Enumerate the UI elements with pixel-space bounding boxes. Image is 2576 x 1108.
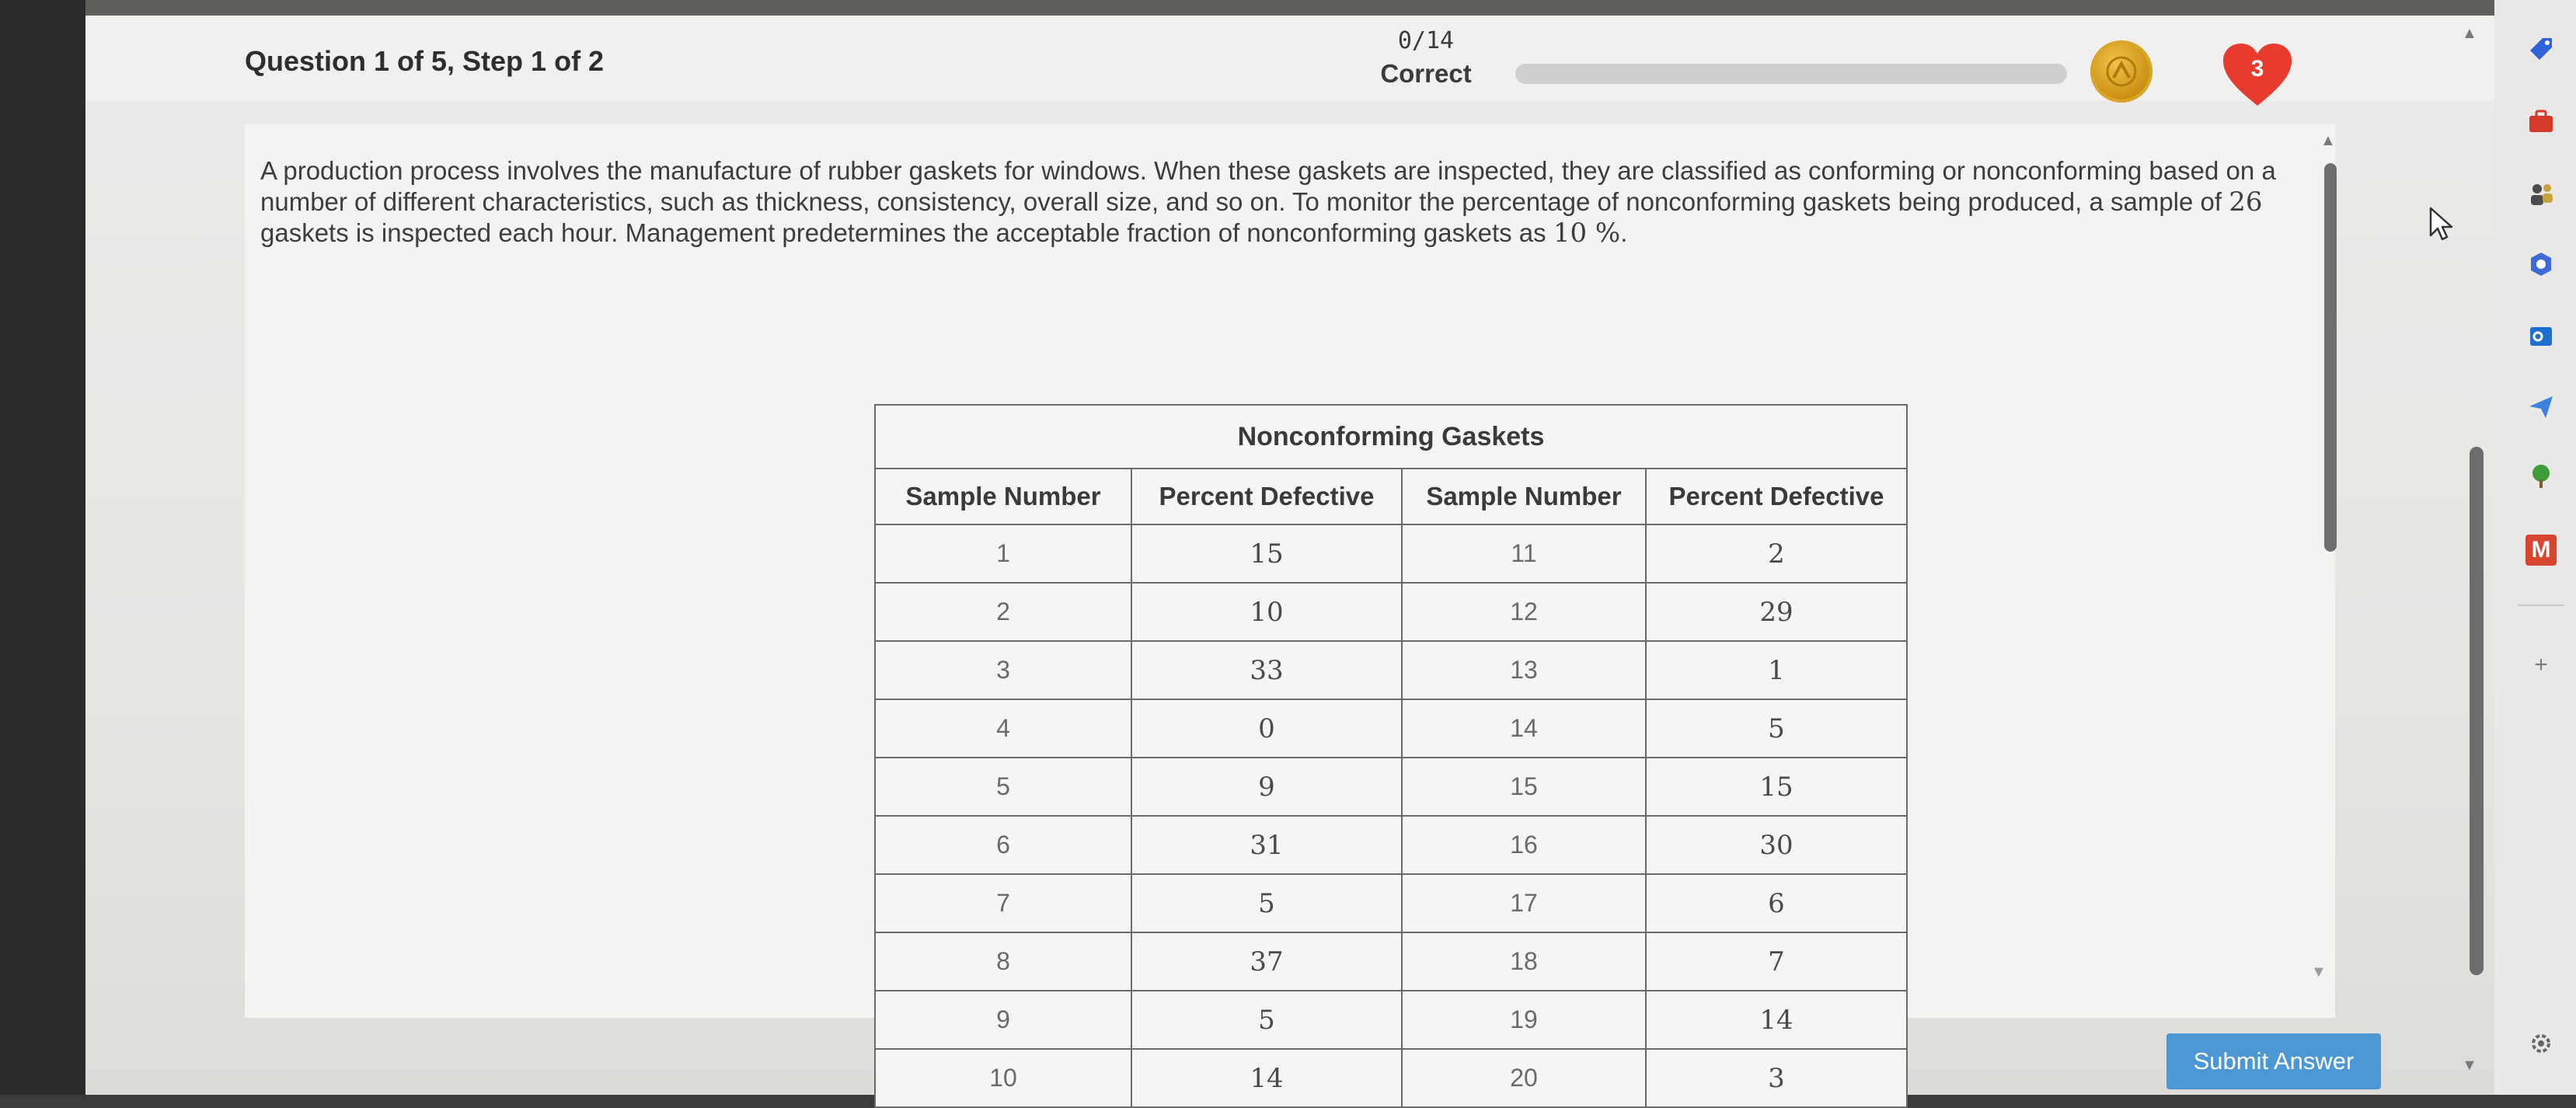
problem-text-3: . <box>1620 218 1628 247</box>
table-row: 2 10 12 29 <box>874 582 1908 642</box>
percent-defective-cell: 15 <box>1645 757 1908 817</box>
table-row: 8 37 18 7 <box>874 932 1908 991</box>
settings-icon[interactable] <box>2525 1030 2557 1061</box>
sample-number-cell: 5 <box>874 757 1132 817</box>
mouse-cursor-icon <box>2428 206 2455 246</box>
sample-number-cell: 17 <box>1401 873 1647 933</box>
tag-icon[interactable] <box>2525 35 2557 66</box>
percent-defective-cell: 14 <box>1131 1048 1403 1108</box>
question-content: A production process involves the manufa… <box>245 124 2335 1108</box>
plus-icon[interactable]: + <box>2525 650 2557 681</box>
content-scroll-up-icon[interactable]: ▲ <box>2320 132 2336 150</box>
table-row: 5 9 15 15 <box>874 757 1908 817</box>
percent-defective-cell: 7 <box>1645 932 1908 991</box>
header-sample-number-2: Sample Number <box>1401 468 1647 525</box>
briefcase-icon[interactable] <box>2525 107 2557 138</box>
quiz-header: Question 1 of 5, Step 1 of 2 0/14 Correc… <box>85 16 2494 106</box>
screen-top-edge <box>0 0 2576 16</box>
percent-defective-cell: 29 <box>1645 582 1908 642</box>
tree-icon[interactable] <box>2525 462 2557 493</box>
people-icon[interactable] <box>2525 180 2557 211</box>
percent-defective-cell: 14 <box>1645 990 1908 1050</box>
acceptable-fraction: 10 % <box>1553 218 1621 249</box>
sample-number-cell: 9 <box>874 990 1132 1050</box>
percent-defective-cell: 9 <box>1131 757 1403 817</box>
percent-defective-cell: 30 <box>1645 815 1908 875</box>
sample-size: 26 <box>2229 186 2263 218</box>
hexagon-icon[interactable] <box>2525 250 2557 281</box>
percent-defective-cell: 31 <box>1131 815 1403 875</box>
sample-number-cell: 16 <box>1401 815 1647 875</box>
sample-number-cell: 11 <box>1401 524 1647 584</box>
progress-bar <box>1515 64 2067 84</box>
sample-number-cell: 8 <box>874 932 1132 991</box>
m-icon[interactable]: M <box>2525 535 2557 566</box>
header-sample-number-1: Sample Number <box>874 468 1132 525</box>
percent-defective-cell: 37 <box>1131 932 1403 991</box>
problem-text-2: gaskets is inspected each hour. Manageme… <box>260 218 1553 247</box>
hearts-count: 3 <box>2250 56 2264 82</box>
content-scrollbar-thumb[interactable] <box>2324 163 2337 552</box>
table-row: 6 31 16 30 <box>874 815 1908 875</box>
sample-number-cell: 4 <box>874 699 1132 758</box>
sample-number-cell: 12 <box>1401 582 1647 642</box>
outlook-icon[interactable] <box>2525 322 2557 354</box>
sample-number-cell: 7 <box>874 873 1132 933</box>
percent-defective-cell: 33 <box>1131 640 1403 700</box>
question-step-label: Question 1 of 5, Step 1 of 2 <box>245 45 605 77</box>
score-value: 0/14 <box>1397 27 1455 54</box>
quiz-screen: Question 1 of 5, Step 1 of 2 0/14 Correc… <box>85 16 2494 1108</box>
sample-number-cell: 19 <box>1401 990 1647 1050</box>
sample-number-cell: 18 <box>1401 932 1647 991</box>
percent-defective-cell: 3 <box>1645 1048 1908 1108</box>
percent-defective-cell: 0 <box>1131 699 1403 758</box>
table-row: 9 5 19 14 <box>874 990 1908 1050</box>
submit-answer-button[interactable]: Submit Answer <box>2166 1033 2381 1089</box>
percent-defective-cell: 10 <box>1131 582 1403 642</box>
sample-number-cell: 20 <box>1401 1048 1647 1108</box>
problem-statement: A production process involves the manufa… <box>260 155 2312 249</box>
percent-defective-cell: 5 <box>1645 699 1908 758</box>
sample-number-cell: 6 <box>874 815 1132 875</box>
side-panel-divider <box>2518 605 2564 606</box>
content-scroll-down-icon[interactable]: ▼ <box>2311 963 2327 981</box>
hearts-icon[interactable]: 3 <box>2219 37 2296 115</box>
nonconforming-gaskets-table: Nonconforming Gaskets Sample Number Perc… <box>874 404 1908 1108</box>
percent-defective-cell: 2 <box>1645 524 1908 584</box>
sample-number-cell: 15 <box>1401 757 1647 817</box>
left-bezel <box>0 0 85 1095</box>
percent-defective-cell: 5 <box>1131 873 1403 933</box>
percent-defective-cell: 1 <box>1645 640 1908 700</box>
sample-number-cell: 14 <box>1401 699 1647 758</box>
table-row: 4 0 14 5 <box>874 699 1908 758</box>
table-row: 7 5 17 6 <box>874 873 1908 933</box>
header-percent-defective-2: Percent Defective <box>1645 468 1908 525</box>
sample-number-cell: 13 <box>1401 640 1647 700</box>
table-row: 10 14 20 3 <box>874 1048 1908 1108</box>
percent-defective-cell: 6 <box>1645 873 1908 933</box>
percent-defective-cell: 5 <box>1131 990 1403 1050</box>
sample-number-cell: 10 <box>874 1048 1132 1108</box>
sample-number-cell: 1 <box>874 524 1132 584</box>
coin-icon[interactable] <box>2090 40 2152 103</box>
percent-defective-cell: 15 <box>1131 524 1403 584</box>
page-scroll-up-icon[interactable]: ▲ <box>2462 25 2477 43</box>
table-caption: Nonconforming Gaskets <box>874 404 1908 469</box>
sample-number-cell: 2 <box>874 582 1132 642</box>
table-row: 1 15 11 2 <box>874 524 1908 584</box>
table-row: 3 33 13 1 <box>874 640 1908 700</box>
problem-text-1: A production process involves the manufa… <box>260 156 2276 216</box>
sample-number-cell: 3 <box>874 640 1132 700</box>
page-scroll-down-icon[interactable]: ▼ <box>2462 1057 2477 1075</box>
send-icon[interactable] <box>2525 392 2557 423</box>
score-label: Correct <box>1380 59 1472 88</box>
score-display: 0/14 Correct <box>1360 27 1492 89</box>
data-table-container: Nonconforming Gaskets Sample Number Perc… <box>874 404 1908 1108</box>
header-percent-defective-1: Percent Defective <box>1131 468 1403 525</box>
page-scrollbar-thumb[interactable] <box>2470 447 2484 975</box>
